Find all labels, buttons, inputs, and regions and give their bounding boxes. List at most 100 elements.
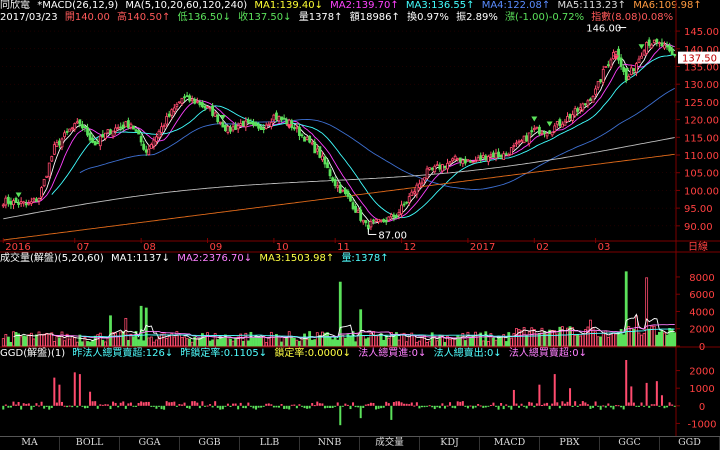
tab-10[interactable]: PBX — [540, 437, 600, 450]
ggd-bar — [168, 402, 171, 406]
tab-9[interactable]: MACD — [480, 437, 540, 450]
volume-bar — [9, 341, 13, 347]
ggd-bar — [58, 384, 61, 406]
candle-body — [155, 136, 158, 142]
volume-bar — [507, 332, 511, 347]
candle-body — [139, 136, 143, 143]
candle-body — [134, 129, 138, 132]
volume-bar — [142, 340, 146, 347]
tab-1[interactable]: MA — [0, 437, 60, 450]
ggd-bar — [81, 405, 84, 407]
tab-8[interactable]: KDJ — [420, 437, 480, 450]
time-tick-label: 2017 — [470, 242, 495, 253]
volume-bar — [484, 331, 488, 347]
candle-body — [499, 154, 503, 158]
price-tick-label: 100.00 — [684, 186, 719, 197]
ggd-bar — [78, 374, 81, 406]
candle-body — [6, 196, 10, 204]
volume-bar — [624, 271, 628, 347]
volume-tick-label: 0 — [699, 342, 705, 353]
candle-body — [201, 102, 204, 108]
volume-bar — [331, 339, 335, 347]
candle-body — [479, 155, 483, 161]
ggd-bar — [415, 402, 418, 406]
ggd-bar — [163, 405, 166, 410]
volume-bar — [249, 331, 253, 347]
ggd-bar — [323, 405, 326, 409]
volume-bar — [573, 334, 577, 347]
candle-body — [4, 197, 8, 206]
ggd-bar — [359, 405, 362, 419]
ggd-bar — [650, 404, 653, 406]
volume-bar — [425, 342, 429, 347]
ggd-bar — [525, 405, 528, 409]
candle-body — [167, 113, 171, 117]
tab-5[interactable]: LLB — [240, 437, 300, 450]
candle-body — [402, 203, 406, 206]
ggd-bar — [413, 405, 416, 407]
candle-body — [55, 142, 59, 147]
ggd-bar — [255, 405, 258, 410]
volume-bar — [60, 331, 64, 347]
tab-12[interactable]: GGD — [660, 437, 720, 450]
chart-canvas[interactable]: 146.0087.00 145.00140.00135.00130.00125.… — [0, 0, 720, 436]
ggd-bar — [283, 405, 286, 409]
ggd-bar — [40, 401, 43, 406]
ggd-bar — [229, 405, 232, 408]
candle-body — [553, 125, 557, 132]
candle-body — [433, 165, 437, 173]
candle-body — [486, 156, 490, 163]
candle-body — [229, 127, 232, 132]
ggd-bar — [20, 405, 23, 410]
ggd-bar — [533, 405, 536, 408]
ggd-bar — [145, 401, 148, 406]
volume-bar — [515, 328, 518, 347]
volume-bar — [606, 336, 610, 347]
tab-11[interactable]: GGC — [600, 437, 660, 450]
candle-body — [589, 98, 592, 101]
volume-bar — [640, 334, 643, 347]
candle-body — [111, 130, 115, 137]
ggd-bar — [135, 405, 138, 407]
tab-2[interactable]: BOLL — [60, 437, 120, 450]
ggd-bars — [2, 360, 676, 426]
volume-bar — [343, 337, 347, 347]
volume-bar — [229, 338, 232, 347]
volume-bar — [267, 337, 271, 347]
tab-6[interactable]: NNB — [300, 437, 360, 450]
candle-body — [119, 126, 123, 129]
ggd-bar — [563, 403, 566, 406]
tab-4[interactable]: GGB — [180, 437, 240, 450]
ggd-bar — [599, 405, 602, 410]
candle-body — [226, 125, 230, 133]
ggd-bar — [331, 405, 334, 408]
ggd-bar — [165, 401, 168, 406]
ggd-bar — [530, 402, 533, 406]
ggd-bar — [295, 405, 298, 409]
volume-bar — [252, 337, 255, 347]
ggd-bar — [38, 405, 41, 407]
candle-body — [149, 144, 153, 149]
volume-bar — [114, 332, 118, 347]
volume-bar — [137, 339, 140, 347]
tab-3[interactable]: GGA — [120, 437, 180, 450]
tab-7[interactable]: 成交量 — [360, 437, 420, 450]
ggd-bar — [124, 405, 127, 409]
volume-bar — [594, 331, 597, 347]
volume-bar — [448, 339, 452, 347]
candle-body — [172, 107, 176, 112]
volume-bar — [280, 341, 283, 347]
candle-body — [463, 158, 467, 164]
ggd-bar — [216, 405, 219, 408]
candle-body — [275, 112, 278, 120]
candle-body — [333, 179, 337, 187]
ggd-bar — [293, 404, 296, 406]
candle-body — [326, 162, 329, 169]
candle-body — [497, 151, 500, 158]
ggd-bar — [515, 403, 518, 406]
volume-bar — [234, 337, 238, 347]
volume-bar — [412, 334, 416, 347]
ggd-bar — [553, 374, 556, 406]
volume-bar — [165, 337, 169, 347]
ggd-bar — [109, 405, 112, 410]
